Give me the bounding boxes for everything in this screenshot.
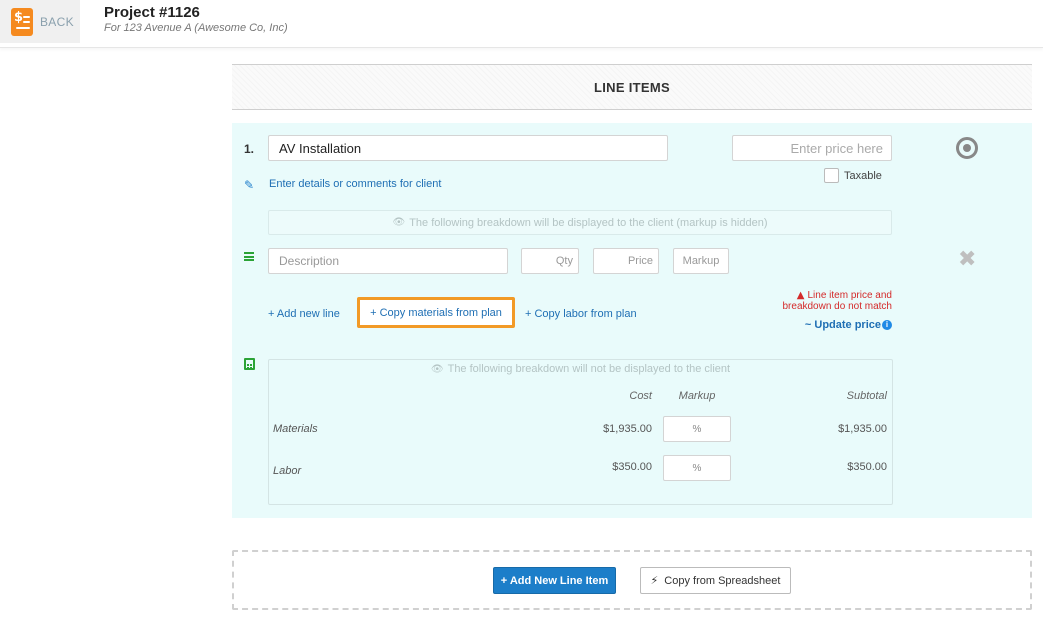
price-input[interactable]: Price [593, 248, 659, 274]
page-subtitle: For 123 Avenue A (Awesome Co, Inc) [104, 22, 288, 34]
copy-materials-link[interactable]: + Copy materials from plan [370, 307, 502, 319]
line-item-name-input[interactable]: AV Installation [268, 135, 668, 161]
description-input[interactable]: Description [268, 248, 508, 274]
add-new-line-link[interactable]: + Add new line [268, 308, 340, 320]
eye-icon: 👁 [392, 217, 406, 228]
line-item-number: 1. [244, 142, 255, 156]
line-items-heading: LINE ITEMS [232, 64, 1032, 110]
materials-cost: $1,935.00 [603, 423, 652, 435]
target-icon[interactable] [956, 137, 978, 159]
price-mismatch-warning: ▲ Line item price and breakdown do not ma… [760, 290, 892, 312]
eye-icon: 👁 [430, 364, 444, 375]
labor-row-label: Labor [273, 465, 302, 477]
taxable-checkbox[interactable] [824, 168, 839, 183]
copy-labor-link[interactable]: + Copy labor from plan [525, 308, 637, 320]
internal-notice-text: The following breakdown will not be disp… [447, 363, 731, 375]
labor-subtotal: $350.00 [847, 461, 887, 473]
materials-markup-input[interactable]: % [663, 416, 731, 442]
edit-icon: ✎ [244, 178, 255, 192]
info-icon[interactable]: i [882, 320, 892, 331]
page-title: Project #1126 [104, 4, 200, 21]
back-label: BACK [40, 14, 74, 29]
internal-notice: 👁 The following breakdown will not be dis… [268, 363, 893, 375]
copy-from-spreadsheet-button[interactable]: ⚡ Copy from Spreadsheet [640, 567, 791, 594]
update-price-label[interactable]: ~ Update price [805, 319, 881, 331]
warning-icon: ▲ [796, 290, 805, 301]
add-item-dropzone [232, 550, 1032, 610]
materials-subtotal: $1,935.00 [838, 423, 887, 435]
close-icon[interactable]: ✖ [958, 247, 976, 272]
client-notice-text: The following breakdown will be displaye… [409, 216, 768, 229]
markup-input[interactable]: Markup [673, 248, 729, 274]
materials-row-label: Materials [273, 423, 318, 435]
back-button[interactable]: $ BACK [0, 0, 80, 43]
copy-materials-highlight[interactable]: + Copy materials from plan [357, 297, 515, 328]
taxable-label: Taxable [844, 169, 882, 182]
qty-input[interactable]: Qty [521, 248, 579, 274]
details-comments-link[interactable]: Enter details or comments for client [269, 178, 441, 190]
taxable-toggle[interactable]: Taxable [824, 168, 882, 183]
client-visible-notice: 👁 The following breakdown will be displa… [268, 210, 892, 235]
calculator-icon [244, 358, 255, 370]
labor-cost: $350.00 [612, 461, 652, 473]
markup-column-header: Markup [678, 390, 716, 402]
bolt-icon: ⚡ [650, 574, 659, 587]
copy-spreadsheet-label: Copy from Spreadsheet [664, 574, 781, 587]
subtotal-column-header: Subtotal [846, 390, 887, 402]
invoice-icon: $ [11, 7, 33, 36]
add-new-line-item-button[interactable]: + Add New Line Item [493, 567, 616, 594]
list-icon [244, 252, 254, 261]
cost-column-header: Cost [629, 390, 652, 402]
section-title: LINE ITEMS [594, 79, 670, 95]
labor-markup-input[interactable]: % [663, 455, 731, 481]
update-price-link[interactable]: ~ Update price i [780, 319, 892, 331]
line-item-price-input[interactable]: Enter price here [732, 135, 892, 161]
